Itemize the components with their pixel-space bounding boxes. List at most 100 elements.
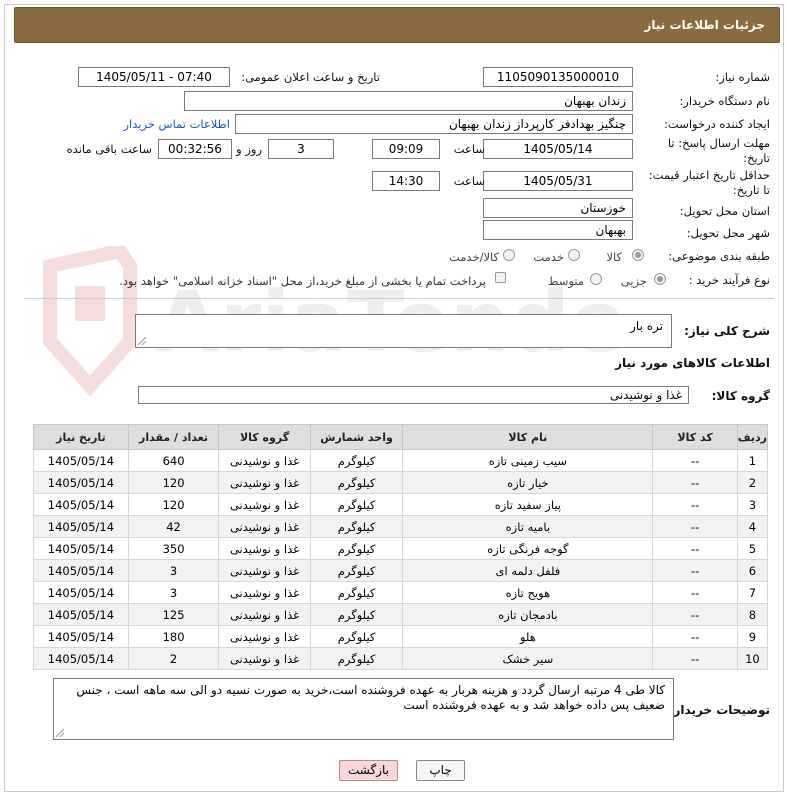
cell-group: غذا و نوشیدنی xyxy=(218,647,311,670)
treasury-payment-checkbox[interactable] xyxy=(495,272,506,283)
province-field: خوزستان xyxy=(483,198,633,218)
category-radio-goods-service[interactable] xyxy=(503,249,515,261)
page-title: جزئیات اطلاعات نیاز xyxy=(644,18,765,32)
cell-date: 1405/05/14 xyxy=(33,559,129,582)
cell-quantity: 42 xyxy=(127,515,220,538)
days-and-label: روز و xyxy=(236,142,262,156)
cell-quantity: 120 xyxy=(127,493,220,516)
cell-row-number: 3 xyxy=(736,493,769,516)
reply-time-field: 09:09 xyxy=(372,139,440,159)
cell-name: فلفل دلمه ای xyxy=(402,559,654,582)
table-row: 4 -- بامیه تازه کیلوگرم غذا و نوشیدنی 42 1405/… xyxy=(33,515,769,538)
cell-date: 1405/05/14 xyxy=(33,471,129,494)
category-label: طبقه بندی موضوعی: xyxy=(668,249,770,263)
cell-group: غذا و نوشیدنی xyxy=(218,603,311,626)
reply-deadline-label-2: تاریخ: xyxy=(743,151,770,165)
process-option-medium: متوسط xyxy=(547,274,584,288)
process-radio-medium[interactable] xyxy=(590,273,602,285)
time-remaining-label: ساعت باقی مانده xyxy=(66,142,152,156)
buyer-notes-label: توضیحات خریدار: xyxy=(668,703,770,717)
table-row: 5 -- گوجه فرنگی تازه کیلوگرم غذا و نوشیدنی 35… xyxy=(33,537,769,560)
cell-name: بادمجان تازه xyxy=(402,603,654,626)
category-radio-goods[interactable] xyxy=(632,249,644,261)
cell-code: -- xyxy=(652,603,738,626)
cell-name: هلو xyxy=(402,625,654,648)
description-field: تره بار xyxy=(135,314,672,348)
cell-row-number: 2 xyxy=(736,471,769,494)
cell-date: 1405/05/14 xyxy=(33,537,129,560)
cell-date: 1405/05/14 xyxy=(33,581,129,604)
cell-name: خیار تازه xyxy=(402,471,654,494)
cell-quantity: 120 xyxy=(127,471,220,494)
process-radio-minor[interactable] xyxy=(654,273,666,285)
need-number-field: 1105090135000010 xyxy=(483,67,633,87)
table-row: 10 -- سیر خشک کیلوگرم غذا و نوشیدنی 2 1405/05/… xyxy=(33,647,769,670)
goods-group-label: گروه کالا: xyxy=(711,389,770,403)
col-header-unit: واحد شمارش xyxy=(309,424,404,450)
cell-row-number: 8 xyxy=(736,603,769,626)
title-bar: جزئیات اطلاعات نیاز xyxy=(14,7,780,43)
cell-name: بامیه تازه xyxy=(402,515,654,538)
cell-row-number: 5 xyxy=(736,537,769,560)
table-row: 1 -- سیب زمینی تازه کیلوگرم غذا و نوشیدنی 640… xyxy=(33,449,769,472)
buyer-contact-link[interactable]: اطلاعات تماس خریدار xyxy=(123,117,230,131)
resize-grip-icon[interactable] xyxy=(138,337,146,345)
cell-unit: کیلوگرم xyxy=(309,449,404,472)
need-number-label: شماره نیاز: xyxy=(715,70,770,84)
city-field: بهبهان xyxy=(483,220,633,240)
col-header-name: نام کالا xyxy=(402,424,654,450)
cell-name: پیاز سفید تازه xyxy=(402,493,654,516)
buyer-org-field: زندان بهبهان xyxy=(184,91,633,111)
cell-name: سیر خشک xyxy=(402,647,654,670)
category-radio-service[interactable] xyxy=(568,249,580,261)
cell-code: -- xyxy=(652,537,738,560)
cell-unit: کیلوگرم xyxy=(309,581,404,604)
city-label: شهر محل تحویل: xyxy=(686,226,770,240)
creator-label: ایجاد کننده درخواست: xyxy=(664,117,770,131)
days-remaining-field: 3 xyxy=(268,139,334,159)
col-header-quantity: تعداد / مقدار xyxy=(127,424,220,450)
cell-quantity: 2 xyxy=(127,647,220,670)
buyer-notes-text: کالا طی 4 مرتبه ارسال گردد و هزینه هربار… xyxy=(76,683,665,712)
price-validity-label-2: تا تاریخ: xyxy=(732,183,770,197)
cell-row-number: 4 xyxy=(736,515,769,538)
cell-group: غذا و نوشیدنی xyxy=(218,449,311,472)
cell-name: سیب زمینی تازه xyxy=(402,449,654,472)
cell-unit: کیلوگرم xyxy=(309,515,404,538)
cell-date: 1405/05/14 xyxy=(33,493,129,516)
cell-date: 1405/05/14 xyxy=(33,603,129,626)
resize-grip-icon[interactable] xyxy=(56,729,64,737)
cell-quantity: 180 xyxy=(127,625,220,648)
cell-code: -- xyxy=(652,647,738,670)
cell-group: غذا و نوشیدنی xyxy=(218,581,311,604)
reply-deadline-label: مهلت ارسال پاسخ: تا xyxy=(667,136,770,150)
category-option-goods: کالا xyxy=(606,250,622,264)
description-label: شرح کلی نیاز: xyxy=(684,324,770,338)
cell-unit: کیلوگرم xyxy=(309,647,404,670)
creator-field: چنگیز بهدادفر کارپرداز زندان بهبهان xyxy=(235,114,633,134)
cell-unit: کیلوگرم xyxy=(309,471,404,494)
table-row: 9 -- هلو کیلوگرم غذا و نوشیدنی 180 1405/05/14 xyxy=(33,625,769,648)
cell-code: -- xyxy=(652,625,738,648)
cell-row-number: 6 xyxy=(736,559,769,582)
print-button[interactable]: چاپ xyxy=(416,760,465,781)
cell-group: غذا و نوشیدنی xyxy=(218,537,311,560)
price-validity-label: حداقل تاریخ اعتبار قیمت: xyxy=(648,168,770,182)
cell-quantity: 350 xyxy=(127,537,220,560)
goods-group-field: غذا و نوشیدنی xyxy=(138,386,689,404)
cell-group: غذا و نوشیدنی xyxy=(218,471,311,494)
cell-date: 1405/05/14 xyxy=(33,515,129,538)
time-remaining-field: 00:32:56 xyxy=(158,139,232,159)
col-header-row: ردیف xyxy=(736,424,769,450)
goods-table: ردیف کد کالا نام کالا واحد شمارش گروه کا… xyxy=(33,424,769,670)
cell-unit: کیلوگرم xyxy=(309,603,404,626)
back-button[interactable]: بازگشت xyxy=(339,760,398,781)
cell-group: غذا و نوشیدنی xyxy=(218,625,311,648)
price-time-label: ساعت xyxy=(453,174,485,188)
process-type-label: نوع فرآیند خرید : xyxy=(688,273,770,287)
cell-code: -- xyxy=(652,515,738,538)
process-option-minor: جزیی xyxy=(620,274,647,288)
cell-unit: کیلوگرم xyxy=(309,537,404,560)
cell-quantity: 125 xyxy=(127,603,220,626)
table-row: 6 -- فلفل دلمه ای کیلوگرم غذا و نوشیدنی 3 1405… xyxy=(33,559,769,582)
